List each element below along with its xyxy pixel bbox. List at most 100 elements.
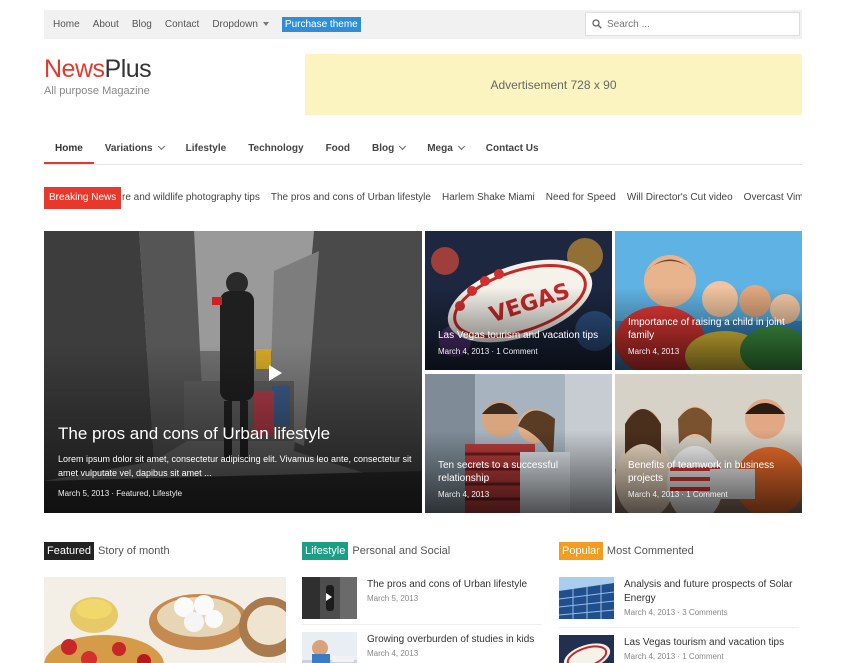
tile-caption: Las Vegas tourism and vacation tips Marc… <box>438 329 602 356</box>
topnav-dropdown-label: Dropdown <box>212 19 258 30</box>
post-meta: March 4, 2013 · 3 Comments <box>624 608 728 617</box>
post-meta: March 5, 2013 <box>367 594 419 603</box>
breaking-news-bar: Breaking News re and wildlife photograph… <box>44 187 802 209</box>
kid-studying-thumb-photo <box>302 632 357 663</box>
post-thumbnail[interactable] <box>302 632 357 663</box>
nav-item-mega[interactable]: Mega <box>416 134 475 164</box>
section-badge[interactable]: Lifestyle <box>302 542 349 560</box>
top-nav: Home About Blog Contact Dropdown Purchas… <box>44 10 365 39</box>
nav-item-variations[interactable]: Variations <box>94 134 175 164</box>
nav-item-lifestyle[interactable]: Lifestyle <box>175 134 238 164</box>
topnav-dropdown-menu[interactable]: Dropdown <box>212 19 269 30</box>
section-subtitle: Personal and Social <box>352 545 451 557</box>
ticker-item[interactable]: Will Director's Cut video <box>627 187 733 209</box>
featured-food-image[interactable] <box>44 577 286 663</box>
post-meta: March 4, 2013 <box>367 649 419 658</box>
post-title[interactable]: Las Vegas tourism and vacation tips <box>624 636 804 650</box>
nav-item-food[interactable]: Food <box>315 134 361 164</box>
ticker-item[interactable]: Harlem Shake Miami <box>442 187 535 209</box>
post-title[interactable]: The pros and cons of Urban lifestyle <box>58 424 412 444</box>
featured-section: Featured Story of month <box>44 541 286 663</box>
chevron-down-icon <box>157 142 165 151</box>
logo-tagline: All purpose Magazine <box>44 85 150 97</box>
section-header: Lifestyle Personal and Social <box>302 541 547 561</box>
advertisement-banner[interactable]: Advertisement 728 x 90 <box>305 54 802 115</box>
post-title[interactable]: Ten secrets to a successful relationship <box>438 459 602 485</box>
nav-item-blog-label: Blog <box>372 143 395 154</box>
news-ticker: re and wildlife photography tips The pro… <box>122 187 802 209</box>
section-badge[interactable]: Featured <box>44 542 95 560</box>
featured-post-tile[interactable]: Ten secrets to a successful relationship… <box>425 374 612 513</box>
topnav-contact-link[interactable]: Contact <box>165 19 199 30</box>
nav-item-home[interactable]: Home <box>44 134 94 164</box>
nav-item-technology[interactable]: Technology <box>237 134 314 164</box>
play-icon[interactable] <box>267 364 283 382</box>
post-title[interactable]: Growing overburden of studies in kids <box>367 633 547 647</box>
featured-post-tile[interactable]: Importance of raising a child in joint f… <box>615 231 802 370</box>
breaking-news-label: Breaking News <box>44 187 122 209</box>
nav-item-contact-us[interactable]: Contact Us <box>475 134 550 164</box>
post-meta: March 4, 2013 <box>628 347 680 356</box>
post-meta: March 5, 2013 · Featured, Lifestyle <box>58 489 183 498</box>
logo-brand-part1: News <box>44 55 105 83</box>
divider <box>302 624 542 625</box>
featured-caption: The pros and cons of Urban lifestyle Lor… <box>58 424 412 498</box>
list-item[interactable]: Growing overburden of studies in kids Ma… <box>302 632 547 663</box>
logo-brand-part2: Plus <box>104 55 152 83</box>
post-title[interactable]: The pros and cons of Urban lifestyle <box>367 578 547 592</box>
topnav-blog-link[interactable]: Blog <box>132 19 152 30</box>
post-text: Analysis and future prospects of Solar E… <box>624 578 804 617</box>
post-thumbnail[interactable] <box>559 635 614 663</box>
popular-section: Popular Most Commented Analysis and futu… <box>559 541 802 663</box>
chevron-down-icon <box>457 142 465 151</box>
featured-post-tile[interactable]: VEGAS Las Vegas tourism and vacation tip… <box>425 231 612 370</box>
post-thumbnail[interactable] <box>302 577 357 619</box>
ticker-item[interactable]: The pros and cons of Urban lifestyle <box>271 187 431 209</box>
urban-thumb-photo <box>302 577 357 619</box>
lifestyle-section: Lifestyle Personal and Social The pros a… <box>302 541 547 663</box>
search-icon <box>592 19 602 29</box>
post-title[interactable]: Analysis and future prospects of Solar E… <box>624 578 804 606</box>
list-item[interactable]: Las Vegas tourism and vacation tips Marc… <box>559 635 804 663</box>
search-box[interactable] <box>585 12 800 36</box>
section-badge[interactable]: Popular <box>559 542 603 560</box>
logo-brand: NewsPlus <box>44 55 152 84</box>
search-input[interactable] <box>607 18 787 30</box>
tile-caption: Importance of raising a child in joint f… <box>628 316 792 356</box>
post-thumbnail[interactable] <box>559 577 614 619</box>
tile-caption: Ten secrets to a successful relationship… <box>438 459 602 499</box>
top-bar: Home About Blog Contact Dropdown Purchas… <box>44 10 802 39</box>
post-meta: March 4, 2013 · 1 Comment <box>624 652 724 661</box>
caret-down-icon <box>262 22 269 27</box>
ticker-item[interactable]: Overcast Vimeo <box>744 187 802 209</box>
section-header: Popular Most Commented <box>559 541 802 561</box>
post-meta: March 4, 2013 <box>438 490 490 499</box>
las-vegas-thumb-photo <box>559 635 614 663</box>
post-text: Growing overburden of studies in kids Ma… <box>367 633 547 658</box>
post-text: The pros and cons of Urban lifestyle Mar… <box>367 578 547 603</box>
topnav-about-link[interactable]: About <box>93 19 119 30</box>
post-title[interactable]: Benefits of teamwork in business project… <box>628 459 792 485</box>
featured-post-tile[interactable]: Benefits of teamwork in business project… <box>615 374 802 513</box>
featured-post-large[interactable]: The pros and cons of Urban lifestyle Lor… <box>44 231 422 513</box>
topnav-home-link[interactable]: Home <box>53 19 80 30</box>
list-item[interactable]: The pros and cons of Urban lifestyle Mar… <box>302 577 547 625</box>
solar-panels-thumb-photo <box>559 577 614 619</box>
post-title[interactable]: Importance of raising a child in joint f… <box>628 316 792 342</box>
main-nav: Home Variations Lifestyle Technology Foo… <box>44 134 802 165</box>
nav-item-blog[interactable]: Blog <box>361 134 416 164</box>
site-logo[interactable]: NewsPlus All purpose Magazine <box>44 55 152 97</box>
ticker-item[interactable]: Need for Speed <box>546 187 616 209</box>
nav-item-variations-label: Variations <box>104 143 153 154</box>
post-excerpt: Lorem ipsum dolor sit amet, consectetur … <box>58 454 412 478</box>
tile-caption: Benefits of teamwork in business project… <box>628 459 792 499</box>
ticker-item[interactable]: re and wildlife photography tips <box>122 187 260 209</box>
section-subtitle: Story of month <box>98 545 170 557</box>
list-item[interactable]: Analysis and future prospects of Solar E… <box>559 577 804 625</box>
chevron-down-icon <box>399 142 407 151</box>
divider <box>559 627 799 628</box>
purchase-theme-button[interactable]: Purchase theme <box>281 17 361 32</box>
post-meta: March 4, 2013 · 1 Comment <box>438 347 538 356</box>
post-title[interactable]: Las Vegas tourism and vacation tips <box>438 329 602 342</box>
post-meta: March 4, 2013 · 1 Comment <box>628 490 728 499</box>
